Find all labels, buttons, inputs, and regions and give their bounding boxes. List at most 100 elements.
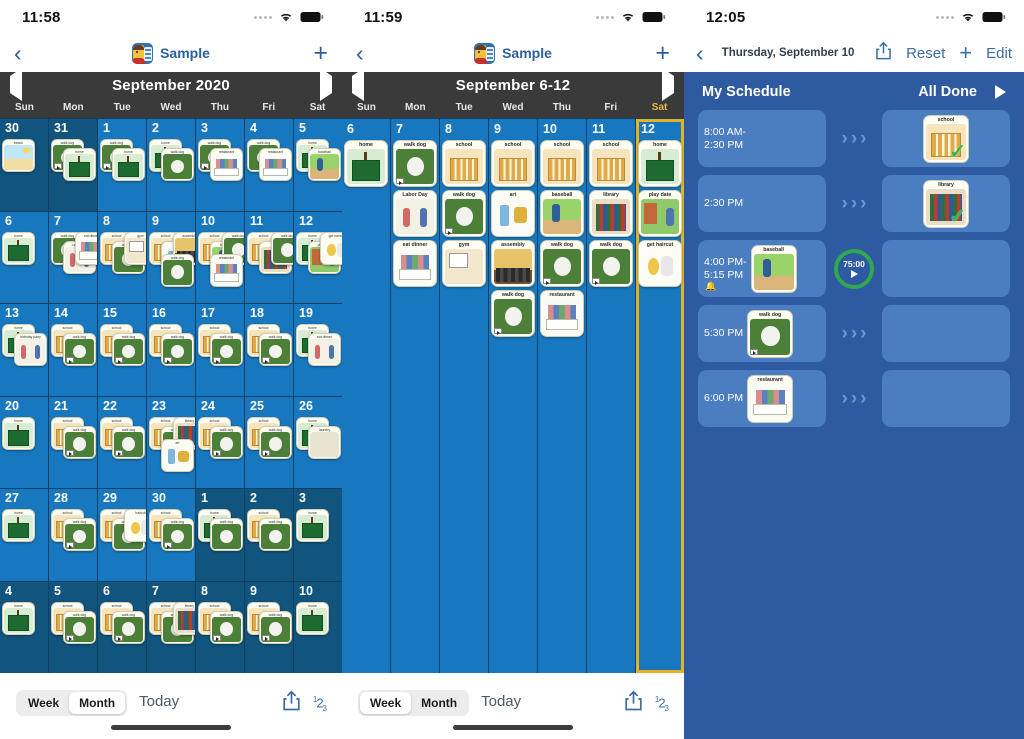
calendar-day-cell[interactable]: 26 home laundry	[294, 396, 342, 488]
activity-card[interactable]: beach	[2, 139, 35, 172]
back-button[interactable]: ‹	[696, 41, 704, 65]
activity-card[interactable]: home	[638, 140, 682, 187]
calendar-day-cell[interactable]: 20 home	[0, 396, 48, 488]
activity-card[interactable]: gym	[442, 240, 486, 287]
prev-month-button[interactable]	[10, 68, 22, 101]
activity-card[interactable]: assembly	[491, 240, 535, 287]
activity-card[interactable]: Labor Day	[393, 190, 437, 237]
calendar-day-cell[interactable]: 30 school walk dog	[147, 489, 195, 581]
week-day-column[interactable]: 7 walk dog Labor Day eat dinner	[391, 119, 439, 673]
activity-card[interactable]: walk dog	[210, 610, 243, 644]
activity-card[interactable]: baseball	[308, 148, 341, 181]
activity-card[interactable]: library ✓	[923, 179, 969, 228]
schedule-slot[interactable]: 2:30 PM	[698, 175, 826, 232]
schedule-slot[interactable]: 8:00 AM- 2:30 PM	[698, 110, 826, 167]
activity-card[interactable]: school	[589, 140, 633, 187]
calendar-day-cell[interactable]: 5 home baseball	[294, 119, 342, 211]
week-day-column[interactable]: 10 school baseball walk dog restaurant	[538, 119, 586, 673]
calendar-day-cell[interactable]: 22 school walk dog	[98, 396, 146, 488]
back-button[interactable]: ‹	[14, 41, 22, 65]
today-button[interactable]: Today	[481, 690, 521, 714]
calendar-day-cell[interactable]: 14 school walk dog	[49, 304, 97, 396]
week-day-column[interactable]: 6 home	[342, 119, 390, 673]
activity-card[interactable]: home	[296, 509, 329, 542]
calendar-day-cell[interactable]: 4 home	[0, 581, 48, 673]
activity-card[interactable]: walk dog	[210, 333, 243, 366]
calendar-day-cell[interactable]: 27 home	[0, 489, 48, 581]
calendar-day-cell[interactable]: 10 home	[294, 581, 342, 673]
activity-card[interactable]: library	[173, 601, 195, 635]
activity-card[interactable]: walk dog	[210, 518, 243, 551]
all-done-slot[interactable]	[882, 370, 1010, 427]
activity-card[interactable]: eat dinner	[393, 240, 437, 287]
calendar-day-cell[interactable]: 2 school walk dog	[245, 489, 293, 581]
calendar-day-cell[interactable]: 24 school walk dog	[196, 396, 244, 488]
all-done-slot[interactable]: library ✓	[882, 175, 1010, 232]
activity-card[interactable]: restaurant	[259, 148, 292, 181]
activity-card[interactable]: walk dog	[112, 610, 145, 644]
calendar-day-cell[interactable]: 23 schoolwalk doglibraryart	[147, 396, 195, 488]
calendar-day-cell[interactable]: 8 school walk dog	[196, 581, 244, 673]
countdown-timer[interactable]: 75:00	[834, 248, 874, 289]
calendar-day-cell[interactable]: 8 schoolwalk doggym	[98, 211, 146, 303]
calendar-day-cell[interactable]: 29 schoolwalk doghaircut	[98, 489, 146, 581]
activity-card[interactable]: school	[442, 140, 486, 187]
activity-card[interactable]: home	[2, 416, 35, 450]
activity-card[interactable]: restaurant	[747, 374, 794, 423]
activity-card[interactable]: home	[112, 148, 145, 181]
week-day-column[interactable]: 11 school library walk dog	[587, 119, 635, 673]
activity-card[interactable]: walk dog	[161, 253, 194, 287]
month-toggle[interactable]: Month	[69, 692, 126, 714]
month-toggle[interactable]: Month	[411, 692, 467, 714]
calendar-day-cell[interactable]: 5 school walk dog	[49, 581, 97, 673]
calendar-day-cell[interactable]: 25 school walk dog	[245, 396, 293, 488]
activity-card[interactable]: walk dog	[271, 231, 293, 265]
activity-card[interactable]: baseball	[540, 190, 584, 237]
activity-card[interactable]: library	[589, 190, 633, 237]
activity-card[interactable]: restaurant	[540, 290, 584, 337]
edit-button[interactable]: Edit	[986, 45, 1012, 62]
share-icon[interactable]	[624, 690, 643, 717]
schedule-slot[interactable]: 6:00 PM restaurant	[698, 370, 826, 427]
calendar-day-cell[interactable]: 6 home	[0, 211, 48, 303]
share-icon[interactable]	[282, 690, 301, 717]
week-toggle[interactable]: Week	[360, 692, 412, 714]
activity-card[interactable]: walk dog	[63, 425, 96, 459]
calendar-day-cell[interactable]: 2 home walk dog	[147, 119, 195, 211]
activity-card[interactable]: school	[491, 140, 535, 187]
activity-card[interactable]: walk dog	[442, 190, 486, 237]
calendar-day-cell[interactable]: 7 schoolwalk doglibrary	[147, 581, 195, 673]
calendar-day-cell[interactable]: 4 walk dog restaurant	[245, 119, 293, 211]
activity-card[interactable]: home	[2, 509, 35, 542]
calendar-day-cell[interactable]: 12 homeplay dateget haircut	[294, 211, 342, 303]
week-toggle[interactable]: Week	[18, 692, 69, 714]
calendar-day-cell[interactable]: 9 school walk dog	[245, 581, 293, 673]
activity-card[interactable]: walk dog	[259, 425, 292, 459]
activity-card[interactable]: walk dog	[63, 518, 96, 551]
add-button[interactable]: +	[959, 40, 972, 66]
activity-card[interactable]: play date	[638, 190, 682, 237]
numbers-icon[interactable]: 123	[313, 695, 327, 713]
reset-button[interactable]: Reset	[906, 45, 945, 62]
activity-card[interactable]: walk dog	[63, 333, 96, 366]
calendar-day-cell[interactable]: 30 beach	[0, 119, 48, 211]
activity-card[interactable]: laundry	[308, 425, 341, 459]
activity-card[interactable]: home	[344, 140, 388, 187]
view-segmented-control-1[interactable]: Week Month	[16, 690, 128, 716]
activity-card[interactable]: baseball	[750, 244, 797, 293]
activity-card[interactable]: walk dog	[747, 309, 794, 358]
activity-card[interactable]: school	[540, 140, 584, 187]
activity-card[interactable]: walk dog	[161, 518, 194, 551]
activity-card[interactable]: eat dinner	[75, 231, 97, 265]
activity-card[interactable]: home	[63, 148, 96, 181]
today-button[interactable]: Today	[139, 690, 179, 714]
calendar-day-cell[interactable]: 3 home	[294, 489, 342, 581]
activity-card[interactable]: walk dog	[161, 148, 194, 181]
calendar-day-cell[interactable]: 7 walk dogLabor Dayeat dinner	[49, 211, 97, 303]
activity-card[interactable]: get haircut	[320, 231, 342, 265]
schedule-slot[interactable]: 4:00 PM- 5:15 PM 🔔 baseball	[698, 240, 826, 297]
activity-card[interactable]: walk dog	[63, 610, 96, 644]
activity-card[interactable]: eat dinner	[308, 333, 341, 366]
activity-card[interactable]: birthday party	[14, 333, 47, 366]
prev-week-button[interactable]	[352, 68, 364, 101]
